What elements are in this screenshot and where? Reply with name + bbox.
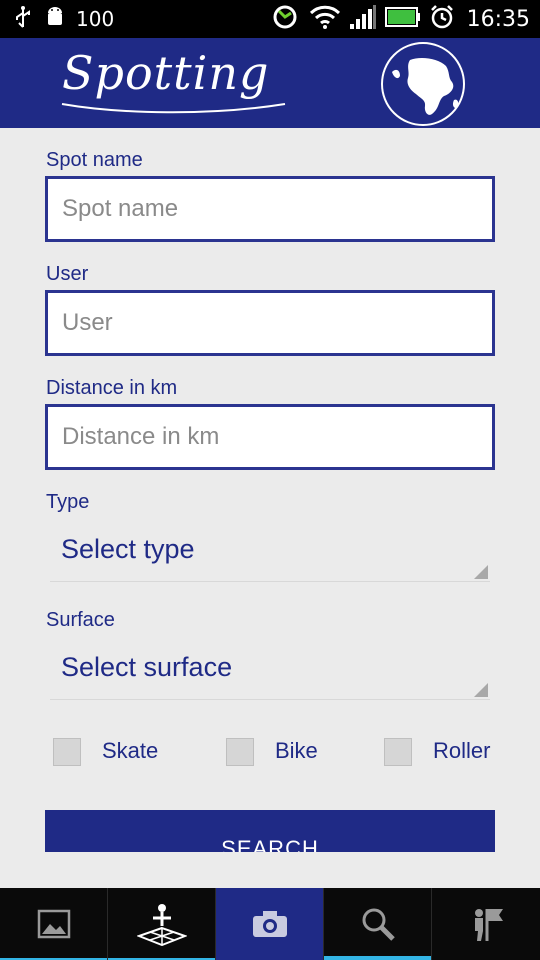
skate-checkbox-label[interactable]: Skate [102,738,158,764]
surface-label: Surface [46,609,115,631]
form-bottom-spacer [0,852,540,888]
gallery-icon [37,909,70,939]
clock-text: 16:35 [466,6,530,32]
user-input[interactable] [48,293,492,353]
app-logo-text: Spotting [62,46,270,100]
type-label: Type [46,491,90,513]
skater-flag-icon [475,909,503,941]
usb-icon [12,5,34,33]
alarm-icon [429,4,455,34]
distance-input[interactable] [48,407,492,467]
type-selected-value: Select type [61,534,195,564]
roller-checkbox-label[interactable]: Roller [433,738,490,764]
search-icon [362,908,395,941]
roller-checkbox[interactable] [384,738,412,766]
search-form: Spot name User Distance in km Type Selec… [0,128,540,852]
dropdown-arrow-icon [474,565,488,579]
spot-name-input[interactable] [48,179,492,239]
spot-name-label: Spot name [46,149,143,171]
globe-icon [381,42,465,126]
nav-gallery[interactable] [0,888,108,960]
distance-label: Distance in km [46,377,178,399]
surface-selected-value: Select surface [61,652,233,682]
camera-icon [252,911,287,937]
search-button[interactable]: SEARCH [45,810,495,852]
nav-map[interactable] [108,888,216,960]
user-field[interactable] [45,290,495,356]
bottom-navigation [0,888,540,960]
distance-field[interactable] [45,404,495,470]
nav-spots[interactable] [432,888,540,960]
sync-icon [271,3,301,35]
app-header: Spotting [0,38,540,128]
nav-search[interactable] [324,888,432,960]
dropdown-arrow-icon [474,683,488,697]
wifi-icon [309,4,341,34]
battery-level-text: 100 [76,7,115,31]
logo-swash-decoration [61,103,286,114]
status-bar: 100 16:35 [0,0,540,38]
android-debug-icon [44,5,66,33]
type-dropdown[interactable]: Select type [50,526,490,582]
map-pin-icon [136,904,187,946]
nav-camera[interactable] [216,888,324,960]
user-label: User [46,263,89,285]
surface-dropdown[interactable]: Select surface [50,644,490,700]
spot-name-field[interactable] [45,176,495,242]
signal-icon [349,4,377,34]
bike-checkbox[interactable] [226,738,254,766]
battery-icon [384,6,421,32]
bike-checkbox-label[interactable]: Bike [275,738,318,764]
skate-checkbox[interactable] [53,738,81,766]
